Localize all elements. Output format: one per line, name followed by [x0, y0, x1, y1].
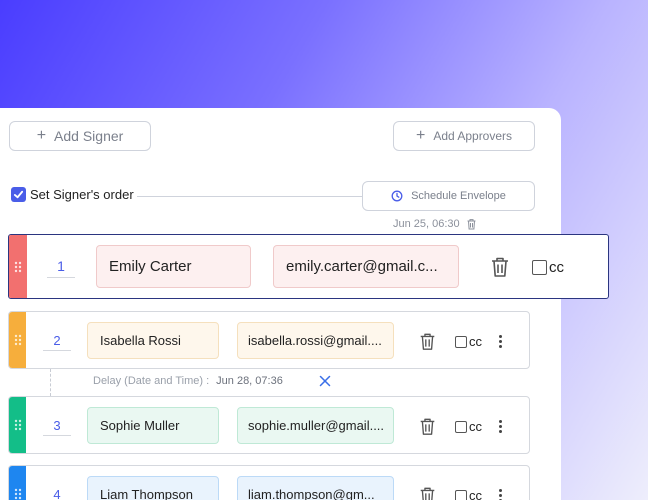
cc-toggle[interactable]: cc: [532, 259, 564, 276]
schedule-envelope-label: Schedule Envelope: [411, 190, 506, 202]
signer-email-field[interactable]: liam.thompson@gm...: [237, 476, 394, 500]
more-vertical-icon[interactable]: [499, 335, 502, 348]
add-signer-label: Add Signer: [54, 128, 124, 144]
trash-icon[interactable]: [419, 332, 436, 351]
signer-row: 1 Emily Carter emily.carter@gmail.c... c…: [8, 234, 609, 299]
plus-icon: +: [415, 127, 426, 144]
signer-number[interactable]: 2: [43, 333, 71, 348]
signer-number[interactable]: 1: [47, 258, 75, 274]
delay-label: Delay (Date and Time) :: [93, 375, 210, 387]
order-label: Set Signer's order: [30, 187, 134, 202]
drag-handle[interactable]: [9, 466, 26, 500]
add-signer-button[interactable]: + Add Signer: [9, 121, 151, 151]
cc-label: cc: [549, 259, 564, 276]
schedule-timestamp: Jun 25, 06:30: [393, 218, 477, 230]
cc-checkbox[interactable]: [455, 420, 467, 433]
signer-email-field[interactable]: sophie.muller@gmail....: [237, 407, 394, 444]
order-checkbox[interactable]: [11, 187, 26, 202]
order-divider: [137, 196, 363, 197]
schedule-envelope-button[interactable]: Schedule Envelope: [362, 181, 535, 211]
trash-icon[interactable]: [466, 218, 477, 230]
more-vertical-icon[interactable]: [499, 420, 502, 433]
clock-icon: [391, 190, 403, 202]
signer-row: 3 Sophie Muller sophie.muller@gmail.... …: [8, 396, 530, 454]
cc-label: cc: [469, 419, 482, 434]
trash-icon[interactable]: [419, 486, 436, 500]
signer-row: 4 Liam Thompson liam.thompson@gm... cc: [8, 465, 530, 500]
delay-row: Delay (Date and Time) : Jun 28, 07:36: [93, 375, 331, 387]
signer-number[interactable]: 3: [43, 418, 71, 433]
trash-icon[interactable]: [419, 417, 436, 436]
more-vertical-icon[interactable]: [499, 489, 502, 500]
cc-toggle[interactable]: cc: [455, 419, 482, 434]
drag-handle[interactable]: [9, 235, 27, 298]
drag-handle-icon: [14, 334, 21, 346]
add-approvers-label: Add Approvers: [433, 129, 513, 143]
check-icon: [13, 190, 24, 199]
drag-handle-icon: [14, 261, 22, 272]
delay-value: Jun 28, 07:36: [216, 375, 283, 387]
signer-name-field[interactable]: Sophie Muller: [87, 407, 219, 444]
signer-number[interactable]: 4: [43, 487, 71, 500]
delay-connector: [50, 369, 51, 396]
signer-number-underline: [43, 435, 71, 436]
signer-email-field[interactable]: isabella.rossi@gmail....: [237, 322, 394, 359]
drag-handle-icon: [14, 419, 21, 431]
drag-handle[interactable]: [9, 312, 26, 368]
cc-checkbox[interactable]: [532, 260, 547, 275]
signer-email-field[interactable]: emily.carter@gmail.c...: [273, 245, 459, 288]
signer-name-field[interactable]: Liam Thompson: [87, 476, 219, 500]
signer-name-field[interactable]: Isabella Rossi: [87, 322, 219, 359]
signer-order-toggle[interactable]: Set Signer's order: [11, 187, 134, 202]
drag-handle[interactable]: [9, 397, 26, 453]
add-approvers-button[interactable]: + Add Approvers: [393, 121, 535, 151]
plus-icon: +: [36, 127, 47, 144]
cc-checkbox[interactable]: [455, 335, 467, 348]
cc-label: cc: [469, 334, 482, 349]
trash-icon[interactable]: [490, 256, 510, 278]
schedule-timestamp-text: Jun 25, 06:30: [393, 218, 460, 230]
drag-handle-icon: [14, 488, 21, 500]
cc-checkbox[interactable]: [455, 489, 467, 500]
signer-number-underline: [43, 350, 71, 351]
signer-name-field[interactable]: Emily Carter: [96, 245, 251, 288]
signer-row: 2 Isabella Rossi isabella.rossi@gmail...…: [8, 311, 530, 369]
cc-toggle[interactable]: cc: [455, 334, 482, 349]
close-icon[interactable]: [319, 375, 331, 387]
signer-number-underline: [47, 277, 75, 278]
cc-toggle[interactable]: cc: [455, 488, 482, 500]
cc-label: cc: [469, 488, 482, 500]
